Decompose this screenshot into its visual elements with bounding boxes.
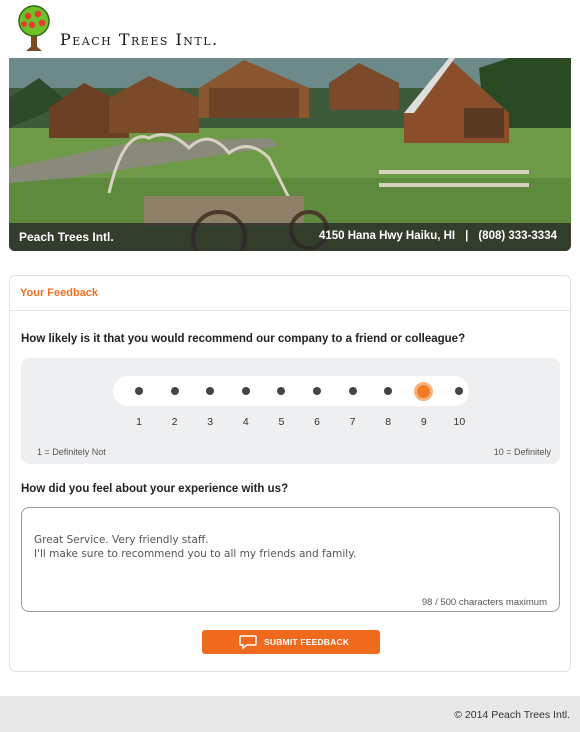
rating-option-5[interactable] (277, 387, 286, 395)
rating-number: 3 (207, 416, 214, 428)
brand-name[interactable]: Peach Trees Intl. (60, 30, 219, 49)
rating-number: 5 (278, 416, 285, 428)
submit-feedback-button[interactable]: SUBMIT FEEDBACK (202, 630, 380, 654)
hero-phone[interactable]: (808) 333-3334 (478, 230, 557, 242)
rating-number: 9 (420, 416, 427, 428)
footer: © 2014 Peach Trees Intl. (0, 696, 580, 732)
rating-number: 7 (349, 416, 356, 428)
rating-number: 1 (136, 416, 142, 428)
comment-text: Great Service. Very friendly staff. I'll… (34, 534, 357, 560)
rating-option-10[interactable] (455, 387, 464, 395)
hero-caption-bar: Peach Trees Intl. 4150 Hana Hwy Haiku, H… (9, 223, 571, 251)
rating-number: 10 (453, 416, 466, 428)
rating-track (113, 376, 469, 406)
scale-label-high: 10 = Definitely (493, 447, 551, 457)
hero-banner: Peach Trees Intl. 4150 Hana Hwy Haiku, H… (9, 58, 571, 251)
chat-bubble-icon (239, 635, 257, 650)
feedback-section-title: Your Feedback (10, 276, 570, 311)
rating-scale: 1 = Definitely Not 10 = Definitely 1 2 3 4 5… (21, 358, 560, 464)
rating-number: 4 (242, 416, 249, 428)
copyright-text: © 2014 Peach Trees Intl. (454, 709, 570, 721)
submit-label: SUBMIT FEEDBACK (264, 637, 350, 647)
rating-option-9[interactable] (414, 381, 434, 401)
rating-number: 2 (171, 416, 178, 428)
rating-number: 8 (385, 416, 392, 428)
rating-option-8[interactable] (384, 387, 393, 395)
peach-tree-logo-icon[interactable] (12, 4, 56, 52)
rating-option-3[interactable] (206, 387, 215, 395)
character-counter: 98 / 500 characters maximum (421, 597, 547, 608)
rating-option-6[interactable] (313, 387, 321, 395)
rating-option-7[interactable] (348, 387, 357, 395)
hero-address: 4150 Hana Hwy Haiku, HI (318, 230, 456, 242)
rating-option-1[interactable] (135, 387, 143, 395)
recommend-question: How likely is it that you would recommen… (21, 333, 466, 345)
scale-label-low: 1 = Definitely Not (37, 447, 106, 457)
hero-business-name: Peach Trees Intl. (19, 230, 114, 244)
hero-separator: | (465, 230, 469, 242)
feedback-card: Your Feedback How likely is it that you … (9, 275, 571, 672)
comment-textarea[interactable]: Great Service. Very friendly staff. I'll… (21, 507, 560, 612)
hero-contact: 4150 Hana Hwy Haiku, HI | (808) 333-3334 (319, 230, 557, 242)
experience-question: How did you feel about your experience w… (21, 483, 289, 495)
rating-option-4[interactable] (241, 387, 250, 395)
rating-number: 6 (314, 416, 320, 428)
header-bar: Peach Trees Intl. (0, 0, 580, 58)
rating-option-2[interactable] (170, 387, 179, 395)
